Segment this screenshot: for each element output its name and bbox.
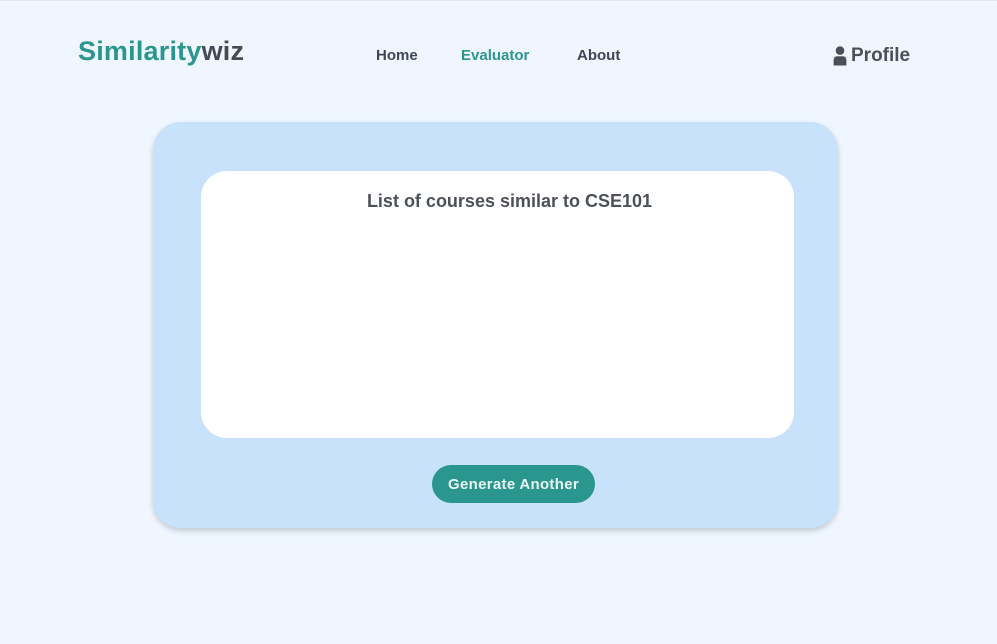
nav-link-about[interactable]: About [577,45,620,67]
nav-link-evaluator[interactable]: Evaluator [461,45,529,67]
evaluator-card: List of courses similar to CSE101 Genera… [153,122,838,528]
user-icon [833,46,847,66]
header: Similaritywiz Home Evaluator About Profi… [0,1,997,111]
profile-label: Profile [851,45,911,66]
generate-another-button[interactable]: Generate Another [432,465,595,503]
results-title: List of courses similar to CSE101 [366,191,653,211]
profile-button[interactable]: Profile [833,43,910,69]
similar-courses-panel: List of courses similar to CSE101 [201,171,794,438]
nav-link-home[interactable]: Home [376,45,418,67]
